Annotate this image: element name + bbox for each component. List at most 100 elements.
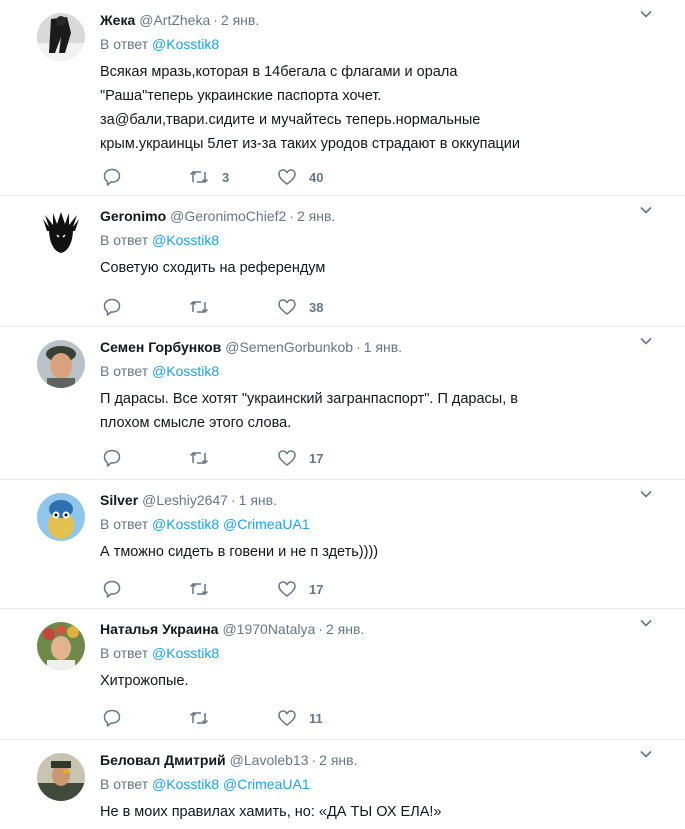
heart-icon [278, 169, 296, 185]
mention-link[interactable]: @Kosstik8 [152, 645, 219, 661]
separator-dot: · [289, 208, 294, 224]
chevron-down-icon[interactable] [640, 617, 652, 629]
tweet[interactable]: Silver @Leshiy2647 · 1 янв. В ответ @Kossti… [0, 480, 685, 609]
reply-context: В ответ @Kosstik8 @CrimeaUA1 [100, 514, 669, 534]
tweet-text: Не в моих правилах хамить, но: «ДА ТЫ ОХ… [100, 804, 442, 820]
username[interactable]: @ArtZheka [139, 12, 210, 28]
tweet[interactable]: Geronimo @GeronimoChief2 · 2 янв. В ответ @… [0, 196, 685, 327]
reply-icon [103, 449, 121, 467]
tweet-text: Хитрожопые. [100, 673, 189, 689]
chevron-down-icon[interactable] [640, 488, 652, 500]
reply-icon [103, 580, 121, 598]
display-name[interactable]: Наталья Украина [100, 621, 218, 637]
chevron-down-icon[interactable] [640, 748, 652, 760]
reply-button[interactable] [102, 579, 134, 599]
reply-prefix: В ответ [100, 776, 149, 792]
chevron-down-icon[interactable] [640, 8, 652, 20]
tweet[interactable]: Беловал Дмитрий @Lavoleb13 · 2 янв. В ответ… [0, 740, 685, 829]
retweet-count: 3 [222, 169, 230, 185]
like-count: 17 [309, 450, 324, 466]
like-count: 38 [309, 299, 324, 315]
avatar[interactable] [37, 209, 85, 257]
separator-dot: · [213, 12, 218, 28]
heart-icon [278, 299, 296, 315]
display-name[interactable]: Семен Горбунков [100, 339, 221, 355]
reply-button[interactable] [102, 708, 134, 728]
timestamp[interactable]: 2 янв. [297, 208, 335, 224]
display-name[interactable]: Беловал Дмитрий [100, 752, 226, 768]
avatar[interactable] [37, 622, 85, 670]
reply-icon [103, 298, 121, 316]
retweet-button[interactable] [188, 579, 222, 599]
username[interactable]: @Leshiy2647 [142, 492, 228, 508]
like-button[interactable]: 17 [277, 448, 323, 468]
reply-icon [103, 709, 121, 727]
username[interactable]: @SemenGorbunkob [225, 339, 353, 355]
like-count: 40 [309, 169, 324, 185]
separator-dot: · [230, 492, 236, 508]
reply-prefix: В ответ [100, 645, 149, 661]
reply-context: В ответ @Kosstik8 [100, 230, 669, 250]
tweet-header: Беловал Дмитрий @Lavoleb13 · 2 янв. [100, 750, 669, 771]
username[interactable]: @GeronimoChief2 [170, 208, 286, 224]
username[interactable]: @Lavoleb13 [230, 752, 309, 768]
avatar[interactable] [37, 340, 85, 388]
reply-context: В ответ @Kosstik8 @CrimeaUA1 [100, 774, 669, 794]
display-name[interactable]: Жека [100, 12, 135, 28]
retweet-icon [189, 452, 209, 464]
heart-icon [278, 581, 296, 597]
timestamp[interactable]: 2 янв. [221, 12, 259, 28]
reply-prefix: В ответ [100, 363, 149, 379]
heart-icon [278, 710, 296, 726]
retweet-button[interactable] [188, 448, 222, 468]
timestamp[interactable]: 2 янв. [326, 621, 364, 637]
avatar[interactable] [37, 493, 85, 541]
timestamp[interactable]: 2 янв. [319, 752, 357, 768]
separator-dot: · [356, 339, 361, 355]
avatar[interactable] [37, 13, 85, 61]
heart-icon [278, 450, 296, 466]
retweet-icon [189, 712, 209, 724]
tweet-header: Silver @Leshiy2647 · 1 янв. [100, 490, 669, 511]
like-button[interactable]: 40 [277, 167, 323, 187]
timestamp[interactable]: 1 янв. [239, 492, 277, 508]
tweet[interactable]: Жека @ArtZheka · 2 янв. В ответ @Kosstik8 В… [0, 0, 685, 196]
retweet-button[interactable] [188, 297, 222, 317]
like-button[interactable]: 17 [277, 579, 323, 599]
like-button[interactable]: 11 [277, 708, 323, 728]
tweet-text: А тможно сидеть в говени и не п здеть)))… [100, 544, 379, 560]
mention-link[interactable]: @Kosstik8 [152, 36, 219, 52]
avatar[interactable] [37, 753, 85, 801]
retweet-icon [189, 583, 209, 595]
retweet-icon [189, 171, 209, 183]
tweet-header: Наталья Украина @1970Natalya · 2 янв. [100, 619, 669, 640]
retweet-icon [189, 301, 209, 313]
mention-link[interactable]: @Kosstik8 [152, 776, 219, 792]
mention-link[interactable]: @Kosstik8 [152, 363, 219, 379]
reply-button[interactable] [102, 297, 134, 317]
tweet-text: Советую сходить на референдум [100, 260, 326, 276]
reply-button[interactable] [102, 448, 134, 468]
mention-link[interactable]: @CrimeaUA1 [223, 516, 310, 532]
reply-context: В ответ @Kosstik8 [100, 643, 669, 663]
timestamp[interactable]: 1 янв. [364, 339, 402, 355]
like-count: 11 [309, 710, 323, 726]
chevron-down-icon[interactable] [640, 204, 652, 216]
username[interactable]: @1970Natalya [222, 621, 315, 637]
like-count: 17 [309, 581, 324, 597]
mention-link[interactable]: @CrimeaUA1 [223, 776, 310, 792]
reply-context: В ответ @Kosstik8 [100, 361, 669, 381]
reply-button[interactable] [102, 167, 134, 187]
retweet-button[interactable] [188, 708, 222, 728]
mention-link[interactable]: @Kosstik8 [152, 516, 219, 532]
reply-prefix: В ответ [100, 232, 149, 248]
reply-prefix: В ответ [100, 36, 149, 52]
like-button[interactable]: 38 [277, 297, 323, 317]
display-name[interactable]: Silver [100, 492, 138, 508]
display-name[interactable]: Geronimo [100, 208, 166, 224]
tweet[interactable]: Семен Горбунков @SemenGorbunkob · 1 янв. В … [0, 327, 685, 480]
chevron-down-icon[interactable] [640, 335, 652, 347]
retweet-button[interactable]: 3 [188, 167, 229, 187]
mention-link[interactable]: @Kosstik8 [152, 232, 219, 248]
tweet[interactable]: Наталья Украина @1970Natalya · 2 янв. В отв… [0, 609, 685, 740]
